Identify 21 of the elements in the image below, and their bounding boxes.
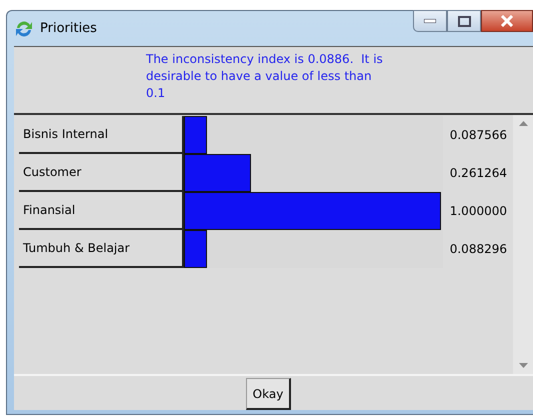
close-button[interactable] <box>481 10 533 32</box>
maximize-icon <box>458 16 470 26</box>
close-icon <box>500 15 514 27</box>
priority-value: 1.000000 <box>450 204 507 218</box>
priority-value: 0.261264 <box>450 166 507 180</box>
refresh-icon <box>14 18 34 38</box>
minimize-icon <box>424 19 436 23</box>
scrollbar[interactable] <box>513 115 533 374</box>
criterion-label: Finansial <box>19 192 184 230</box>
scroll-up-icon[interactable] <box>518 121 528 126</box>
window-title: Priorities <box>40 21 97 36</box>
inconsistency-message: The inconsistency index is 0.0886. It is desirable to have a value of less than 0.1 <box>146 51 384 102</box>
okay-button[interactable]: Okay <box>246 378 292 410</box>
scroll-down-icon[interactable] <box>518 363 528 368</box>
criterion-label: Bisnis Internal <box>19 116 184 154</box>
priority-value: 0.088296 <box>450 242 507 256</box>
criterion-label: Customer <box>19 154 184 192</box>
minimize-button[interactable] <box>413 10 447 32</box>
criterion-label: Tumbuh & Belajar <box>19 230 184 268</box>
priority-value: 0.087566 <box>450 128 507 142</box>
maximize-button[interactable] <box>447 10 481 32</box>
